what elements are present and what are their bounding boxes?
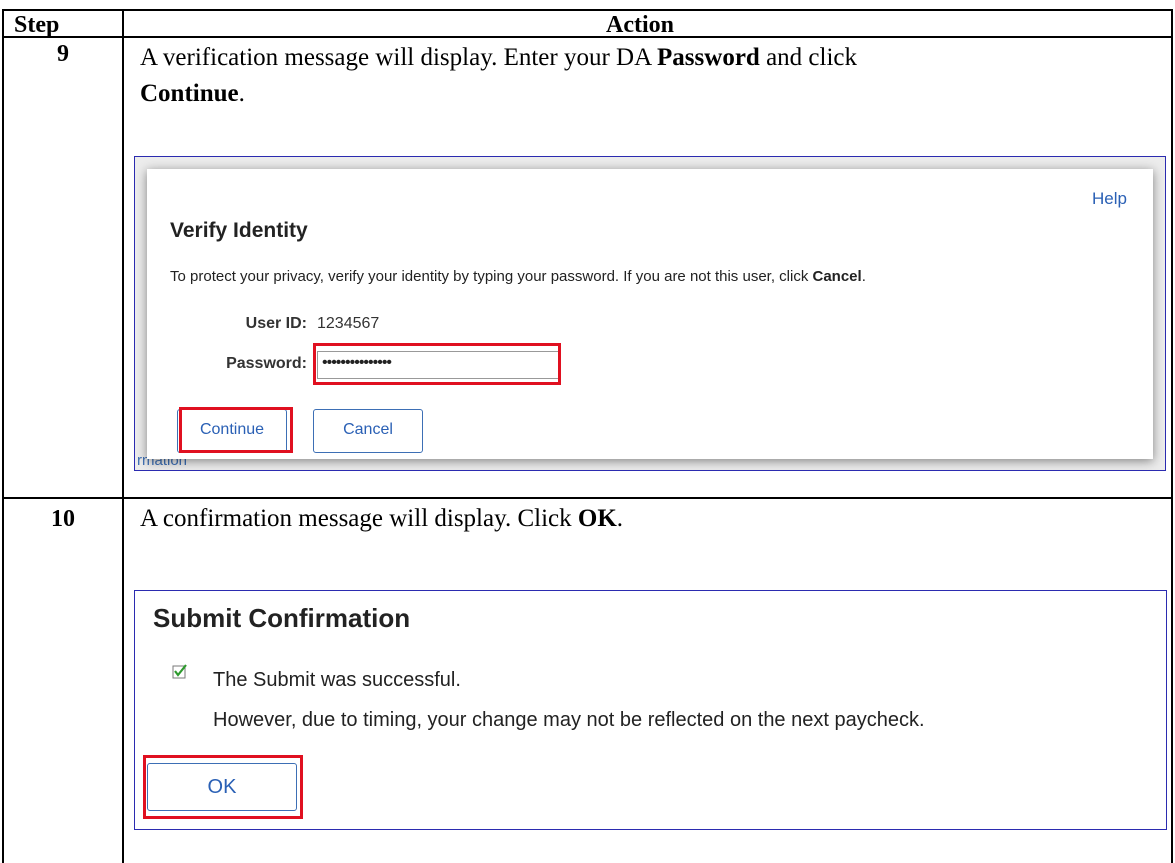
password-highlight-box bbox=[313, 343, 561, 385]
table-left-border bbox=[2, 9, 4, 863]
action-column-header: Action bbox=[606, 12, 674, 38]
help-link[interactable]: Help bbox=[1092, 189, 1127, 209]
submit-confirmation-screenshot: Submit Confirmation The Submit was succe… bbox=[134, 590, 1167, 830]
password-label: Password: bbox=[226, 355, 307, 372]
dialog-title: Verify Identity bbox=[170, 219, 308, 242]
dialog-message: To protect your privacy, verify your ide… bbox=[170, 268, 866, 285]
step-column-header: Step bbox=[14, 12, 60, 38]
column-divider bbox=[122, 9, 124, 863]
success-message: The Submit was successful. bbox=[213, 669, 461, 691]
verify-identity-dialog: Help Verify Identity To protect your pri… bbox=[147, 169, 1153, 459]
user-id-value: 1234567 bbox=[317, 315, 380, 332]
table-right-border bbox=[1171, 9, 1173, 863]
timing-note: However, due to timing, your change may … bbox=[213, 709, 925, 731]
step-number: 9 bbox=[57, 41, 69, 67]
header-bottom-border bbox=[2, 36, 1173, 38]
row-divider bbox=[2, 497, 1173, 499]
cancel-button[interactable]: Cancel bbox=[313, 409, 423, 453]
step-instruction: A confirmation message will display. Cli… bbox=[140, 505, 624, 532]
user-id-label: User ID: bbox=[245, 315, 307, 332]
checkbox-check-icon bbox=[172, 664, 187, 679]
step-instruction: A verification message will display. Ent… bbox=[140, 44, 858, 107]
ok-highlight-box bbox=[143, 755, 303, 819]
confirmation-title: Submit Confirmation bbox=[153, 603, 411, 633]
table-top-border bbox=[2, 9, 1173, 11]
verify-identity-screenshot: rmation Help Verify Identity To protect … bbox=[134, 156, 1166, 471]
continue-highlight-box bbox=[179, 407, 293, 453]
step-number: 10 bbox=[51, 506, 75, 532]
